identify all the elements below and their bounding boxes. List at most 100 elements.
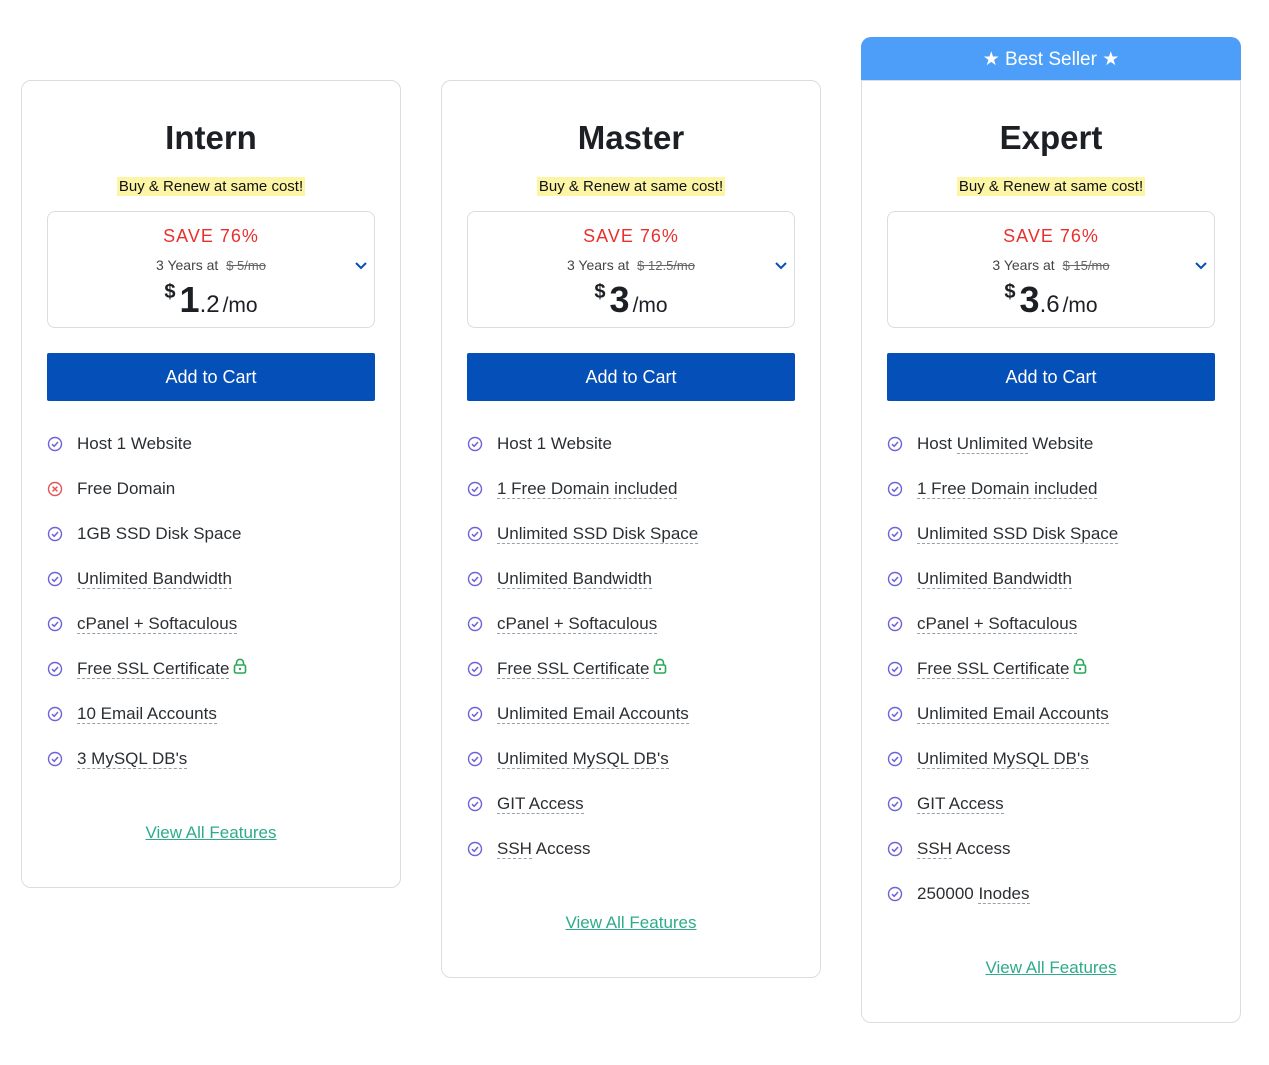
feature-text-part: Host [917, 434, 957, 453]
lock-icon [654, 658, 667, 674]
view-all-features-link[interactable]: View All Features [862, 958, 1240, 978]
feature-item: Free SSL Certificate [467, 658, 797, 703]
feature-tooltip-term[interactable]: Unlimited [956, 434, 1028, 454]
price-term-selector[interactable]: SAVE 76% 3 Years at $ 5/mo $1.2/mo [47, 211, 375, 328]
check-icon [467, 751, 483, 767]
feature-text-part: Host 1 Website [77, 434, 192, 453]
feature-tooltip-term[interactable]: 1 Free Domain included [917, 479, 1098, 499]
feature-tooltip-term[interactable]: Unlimited Email Accounts [497, 704, 689, 724]
save-badge: SAVE 76% [1003, 226, 1099, 246]
feature-text-part: Access [531, 839, 591, 858]
price-fraction: .6 [1039, 291, 1060, 318]
feature-tooltip-term[interactable]: SSH [917, 839, 952, 859]
price-term-selector[interactable]: SAVE 76% 3 Years at $ 12.5/mo $3/mo [467, 211, 795, 328]
price: $3/mo [468, 279, 794, 321]
feature-text: Unlimited Bandwidth [917, 568, 1072, 590]
feature-tooltip-term[interactable]: GIT Access [917, 794, 1004, 814]
feature-text: Host 1 Website [77, 433, 192, 455]
add-to-cart-button[interactable]: Add to Cart [467, 353, 795, 401]
feature-tooltip-term[interactable]: Unlimited SSD Disk Space [917, 524, 1119, 544]
price-whole: 3 [609, 279, 630, 320]
plan-card-intern: Intern Buy & Renew at same cost! SAVE 76… [21, 80, 401, 888]
feature-tooltip-term[interactable]: SSH [497, 839, 532, 859]
feature-text: 250000 Inodes [917, 883, 1030, 905]
feature-text: Unlimited MySQL DB's [917, 748, 1089, 770]
feature-tooltip-term[interactable]: Unlimited Email Accounts [917, 704, 1109, 724]
plan-name: Expert [999, 119, 1103, 156]
feature-item: SSH Access [887, 838, 1217, 883]
feature-text-part: Website [1027, 434, 1094, 453]
feature-item: Free SSL Certificate [887, 658, 1217, 703]
feature-text: GIT Access [497, 793, 584, 815]
feature-list: Host 1 Website Free Domain 1GB SSD Disk Sp… [47, 433, 377, 793]
feature-tooltip-term[interactable]: Unlimited MySQL DB's [497, 749, 669, 769]
renew-note-wrap: Buy & Renew at same cost! [862, 176, 1240, 196]
feature-item: 250000 Inodes [887, 883, 1217, 928]
feature-item: Unlimited Bandwidth [887, 568, 1217, 613]
price-whole: 1 [179, 279, 200, 320]
check-icon [47, 706, 63, 722]
feature-tooltip-term[interactable]: 3 MySQL DB's [77, 749, 188, 769]
term-label: 3 Years at [567, 257, 630, 273]
feature-item: GIT Access [887, 793, 1217, 838]
view-all-features-link[interactable]: View All Features [22, 823, 400, 843]
feature-tooltip-term[interactable]: Free SSL Certificate [497, 659, 650, 679]
check-icon [467, 526, 483, 542]
feature-item: 3 MySQL DB's [47, 748, 377, 793]
feature-text-part: 1GB SSD Disk Space [77, 524, 242, 543]
feature-text: 1GB SSD Disk Space [77, 523, 241, 545]
feature-text: 1 Free Domain included [497, 478, 678, 500]
chevron-down-icon[interactable] [353, 260, 369, 272]
feature-tooltip-term[interactable]: cPanel + Softaculous [497, 614, 658, 634]
price-period: /mo [632, 294, 668, 317]
cross-icon [47, 481, 63, 497]
feature-tooltip-term[interactable]: 1 Free Domain included [497, 479, 678, 499]
feature-tooltip-term[interactable]: Unlimited Bandwidth [77, 569, 232, 589]
chevron-down-icon[interactable] [773, 260, 789, 272]
renew-note-wrap: Buy & Renew at same cost! [22, 176, 400, 196]
price: $1.2/mo [48, 279, 374, 321]
price-period: /mo [1062, 294, 1098, 317]
feature-text: Unlimited Bandwidth [77, 568, 232, 590]
feature-tooltip-term[interactable]: Unlimited Bandwidth [497, 569, 652, 589]
price-currency: $ [1004, 281, 1016, 303]
feature-tooltip-term[interactable]: Unlimited MySQL DB's [917, 749, 1089, 769]
plan-card-expert: Expert Buy & Renew at same cost! SAVE 76… [861, 80, 1241, 1023]
check-icon [887, 661, 903, 677]
feature-tooltip-term[interactable]: Unlimited Bandwidth [917, 569, 1072, 589]
feature-tooltip-term[interactable]: Unlimited SSD Disk Space [497, 524, 699, 544]
price-period: /mo [222, 294, 258, 317]
check-icon [887, 436, 903, 452]
save-badge: SAVE 76% [583, 226, 679, 246]
feature-item: 1 Free Domain included [467, 478, 797, 523]
feature-item: Unlimited MySQL DB's [887, 748, 1217, 793]
price-currency: $ [164, 281, 176, 303]
feature-tooltip-term[interactable]: GIT Access [497, 794, 584, 814]
feature-tooltip-term[interactable]: Free SSL Certificate [917, 659, 1070, 679]
term-line: 3 Years at $ 15/mo [888, 257, 1214, 273]
feature-text: Free Domain [77, 478, 175, 500]
check-icon [887, 706, 903, 722]
feature-tooltip-term[interactable]: cPanel + Softaculous [917, 614, 1078, 634]
check-icon [47, 661, 63, 677]
add-to-cart-button[interactable]: Add to Cart [887, 353, 1215, 401]
add-to-cart-button[interactable]: Add to Cart [47, 353, 375, 401]
check-icon [887, 751, 903, 767]
feature-list: Host 1 Website 1 Free Domain included Unli… [467, 433, 797, 883]
price-fraction: .2 [199, 291, 220, 318]
price-whole: 3 [1019, 279, 1040, 320]
price-term-selector[interactable]: SAVE 76% 3 Years at $ 15/mo $3.6/mo [887, 211, 1215, 328]
feature-text: Unlimited SSD Disk Space [917, 523, 1119, 545]
feature-tooltip-term[interactable]: cPanel + Softaculous [77, 614, 238, 634]
chevron-down-icon[interactable] [1193, 260, 1209, 272]
lock-icon [1074, 658, 1087, 674]
feature-tooltip-term[interactable]: 10 Email Accounts [77, 704, 217, 724]
feature-text: 10 Email Accounts [77, 703, 217, 725]
feature-text: GIT Access [917, 793, 1004, 815]
view-all-features-link[interactable]: View All Features [442, 913, 820, 933]
feature-tooltip-term[interactable]: Free SSL Certificate [77, 659, 230, 679]
feature-tooltip-term[interactable]: Inodes [978, 884, 1030, 904]
feature-item: Unlimited Email Accounts [467, 703, 797, 748]
check-icon [887, 571, 903, 587]
old-price: $ 15/mo [1062, 258, 1110, 273]
